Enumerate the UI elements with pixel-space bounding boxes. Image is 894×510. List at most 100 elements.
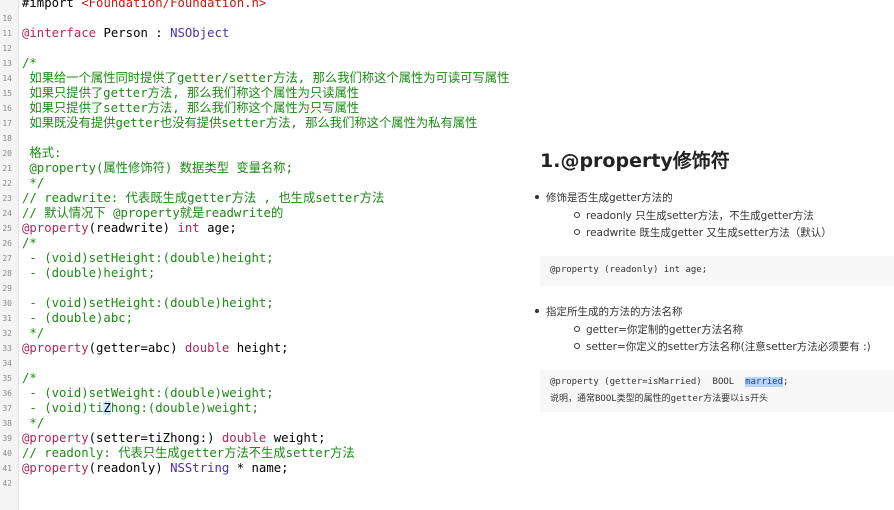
line-number: 42 (2, 479, 12, 488)
code-token-comment: /* (22, 371, 37, 385)
code-snippet-readonly: @property (readonly) int age; (540, 256, 894, 286)
line-number: 11 (2, 29, 12, 38)
code-line[interactable]: 15 如果只提供了getter方法, 那么我们称这个属性为只读属性 (0, 86, 536, 101)
code-line[interactable]: 14 如果给一个属性同时提供了getter/setter方法, 那么我们称这个属… (0, 71, 536, 86)
code-line[interactable]: 13 /* (0, 56, 536, 71)
code-token-plain: #import (22, 0, 82, 10)
code-line[interactable]: 28 - (double)height; (0, 266, 536, 281)
code-text: - (void)tiZhong:(double)weight; (22, 401, 259, 416)
code-snippet-note: 说明，通常BOOL类型的属性的getter方法要以is开头 (550, 394, 769, 404)
bullet-method-name: 指定所生成的方法的方法名称 (535, 306, 683, 318)
line-number: 41 (2, 464, 12, 473)
code-token-comment: // readonly: 代表只生成getter方法不生成setter方法 (22, 446, 355, 460)
code-token-comment: - (double)abc; (22, 311, 134, 325)
code-text: // readonly: 代表只生成getter方法不生成setter方法 (22, 446, 355, 461)
code-line[interactable]: 20 格式: (0, 146, 536, 161)
code-line[interactable]: 11 @interface Person : NSObject (0, 26, 536, 41)
line-number: 27 (2, 254, 12, 263)
bullet-getter-generation: 修饰是否生成getter方法的 (535, 192, 673, 204)
code-token-comment: */ (22, 326, 45, 340)
code-token-comment: @property(属性修饰符) 数据类型 变量名称; (22, 161, 293, 175)
code-token-comment: /* (22, 56, 37, 70)
line-number: 34 (2, 359, 12, 368)
code-token-comment: - (void)setWeight:(double)weight; (22, 386, 274, 400)
code-line[interactable]: 17 如果既没有提供getter也没有提供setter方法, 那么我们称这个属性… (0, 116, 536, 131)
code-line[interactable]: 23 // readwrite: 代表既生成getter方法 , 也生成sette… (0, 191, 536, 206)
code-line[interactable]: 16 如果只提供了setter方法, 那么我们称这个属性为只写属性 (0, 101, 536, 116)
line-number: 40 (2, 449, 12, 458)
code-editor[interactable]: #import <Foundation/Foundation.h> 10 11 @in… (0, 0, 536, 510)
code-text: 如果只提供了getter方法, 那么我们称这个属性为只读属性 (22, 86, 359, 101)
code-token-comment: /* (22, 236, 37, 250)
code-token-keyword: @interface (22, 26, 97, 40)
line-number: 26 (2, 239, 12, 248)
code-line[interactable]: 37 - (void)tiZhong:(double)weight; (0, 401, 536, 416)
code-token-comment: */ (22, 176, 45, 190)
code-line[interactable]: 41 @property(readonly) NSString * name; (0, 461, 536, 476)
code-snippet-prefix: @property (getter=isMarried) BOOL (550, 377, 746, 387)
code-token-comment: */ (22, 416, 45, 430)
code-line[interactable]: 21 @property(属性修饰符) 数据类型 变量名称; (0, 161, 536, 176)
code-token-plain: Person : (96, 26, 171, 40)
code-snippet-line: @property (getter=isMarried) BOOL marrie… (550, 377, 788, 387)
line-number: 15 (2, 89, 12, 98)
code-line[interactable]: 26 /* (0, 236, 536, 251)
code-line[interactable]: 33 @property(getter=abc) double height; (0, 341, 536, 356)
code-token-plain: (setter=tiZhong:) (88, 431, 222, 445)
selected-text-married[interactable]: married (745, 377, 784, 387)
line-number: 39 (2, 434, 12, 443)
code-text: /* (22, 236, 37, 251)
code-line[interactable]: 12 (0, 41, 536, 56)
code-line[interactable]: 25 @property(readwrite) int age; (0, 221, 536, 236)
line-number: 31 (2, 314, 12, 323)
code-text: 格式: (22, 146, 61, 161)
code-token-plain: (getter=abc) (88, 341, 185, 355)
line-number: 24 (2, 209, 12, 218)
code-text: @property(setter=tiZhong:) double weight… (22, 431, 326, 446)
code-line[interactable]: 35 /* (0, 371, 536, 386)
line-number: 35 (2, 374, 12, 383)
notes-title: 1.@property修饰符 (540, 150, 730, 172)
code-text: @property(属性修饰符) 数据类型 变量名称; (22, 161, 293, 176)
code-line[interactable]: 31 - (double)abc; (0, 311, 536, 326)
code-line[interactable]: 27 - (void)setHeight:(double)height; (0, 251, 536, 266)
code-line[interactable]: 38 */ (0, 416, 536, 431)
code-line[interactable]: 18 (0, 131, 536, 146)
bullet-setter-custom: setter=你定义的setter方法名称(注意setter方法必须要有 :) (574, 341, 871, 353)
code-text: @property(getter=abc) double height; (22, 341, 289, 356)
line-number: 12 (2, 44, 12, 53)
code-text: 如果给一个属性同时提供了getter/setter方法, 那么我们称这个属性为可… (22, 71, 509, 86)
bullet-readonly: readonly 只生成setter方法，不生成getter方法 (574, 210, 814, 222)
code-line[interactable]: 29 (0, 281, 536, 296)
code-token-plain: height; (229, 341, 289, 355)
code-token-comment: // readwrite: 代表既生成getter方法 , 也生成setter方… (22, 191, 385, 205)
code-line[interactable]: 42 (0, 476, 536, 491)
code-line[interactable]: 36 - (void)setWeight:(double)weight; (0, 386, 536, 401)
code-token-keyword: int (177, 221, 200, 235)
code-token-type: NSString (170, 461, 230, 475)
code-line[interactable]: 22 */ (0, 176, 536, 191)
code-token-comment: - (void)ti (22, 401, 104, 415)
code-token-keyword: @property (22, 431, 89, 445)
line-number: 28 (2, 269, 12, 278)
code-token-comment: - (void)setHeight:(double)height; (22, 296, 274, 310)
code-line[interactable]: #import <Foundation/Foundation.h> (0, 0, 536, 11)
code-token-keyword: double (184, 341, 230, 355)
line-number: 16 (2, 104, 12, 113)
code-line[interactable]: 24 // 默认情况下 @property就是readwrite的 (0, 206, 536, 221)
code-token-comment: - (void)setHeight:(double)height; (22, 251, 274, 265)
code-text: /* (22, 56, 37, 71)
code-token-plain: weight; (266, 431, 326, 445)
line-number: 29 (2, 284, 12, 293)
code-text: /* (22, 371, 37, 386)
code-token-comment: 如果既没有提供getter也没有提供setter方法, 那么我们称这个属性为私有… (22, 116, 478, 130)
code-text: // 默认情况下 @property就是readwrite的 (22, 206, 283, 221)
code-line[interactable]: 10 (0, 11, 536, 26)
code-line[interactable]: 30 - (void)setHeight:(double)height; (0, 296, 536, 311)
notes-panel: 1.@property修饰符 修饰是否生成getter方法的 readonly … (526, 128, 894, 510)
code-line[interactable]: 39 @property(setter=tiZhong:) double weig… (0, 431, 536, 446)
code-line[interactable]: 40 // readonly: 代表只生成getter方法不生成setter方法 (0, 446, 536, 461)
code-token-plain: age; (199, 221, 237, 235)
code-line[interactable]: 32 */ (0, 326, 536, 341)
code-line[interactable]: 34 (0, 356, 536, 371)
